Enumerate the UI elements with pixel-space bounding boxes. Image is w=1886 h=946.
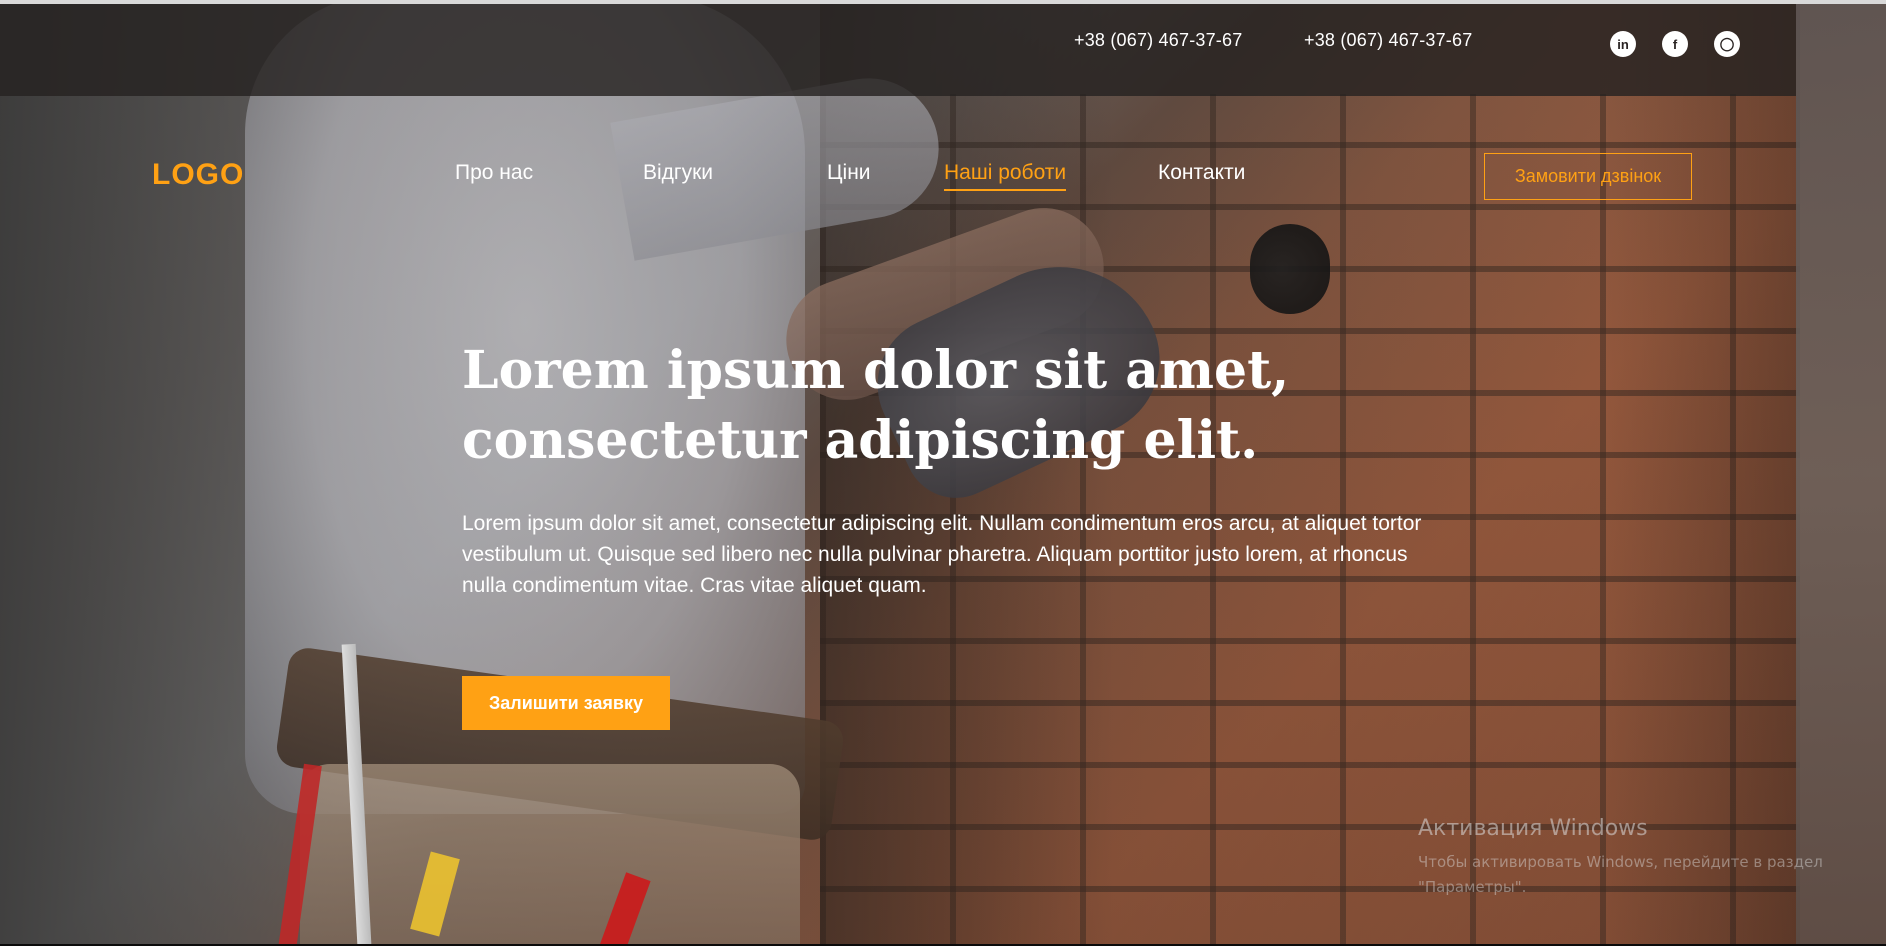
windows-activation-title: Активация Windows — [1418, 816, 1648, 841]
phone-link-1[interactable]: +38 (067) 467-37-67 — [1074, 30, 1242, 51]
nav-item-reviews[interactable]: Відгуки — [643, 161, 713, 185]
nav-item-about[interactable]: Про нас — [455, 161, 533, 185]
windows-activation-subtitle: Чтобы активировать Windows, перейдите в … — [1418, 853, 1823, 896]
wall-socket — [1250, 224, 1330, 314]
order-call-button[interactable]: Замовити дзвінок — [1484, 153, 1692, 200]
linkedin-icon[interactable]: in — [1610, 31, 1636, 57]
nav-item-our-works[interactable]: Наші роботи — [944, 161, 1067, 191]
logo[interactable]: LOGO — [152, 158, 244, 192]
phone-link-2[interactable]: +38 (067) 467-37-67 — [1304, 30, 1472, 51]
right-gutter — [1796, 4, 1886, 944]
nav-item-prices[interactable]: Ціни — [827, 161, 871, 185]
leave-request-button[interactable]: Залишити заявку — [462, 676, 670, 730]
nav-item-contacts[interactable]: Контакти — [1158, 161, 1245, 185]
top-bar: +38 (067) 467-37-67 +38 (067) 467-37-67 … — [0, 4, 1796, 96]
facebook-icon[interactable]: f — [1662, 31, 1688, 57]
tool-pouch — [300, 764, 800, 944]
instagram-icon[interactable]: ◯ — [1714, 31, 1740, 57]
hero-description: Lorem ipsum dolor sit amet, consectetur … — [462, 512, 1422, 597]
hero-title: Lorem ipsum dolor sit amet, consectetur … — [462, 340, 1290, 471]
